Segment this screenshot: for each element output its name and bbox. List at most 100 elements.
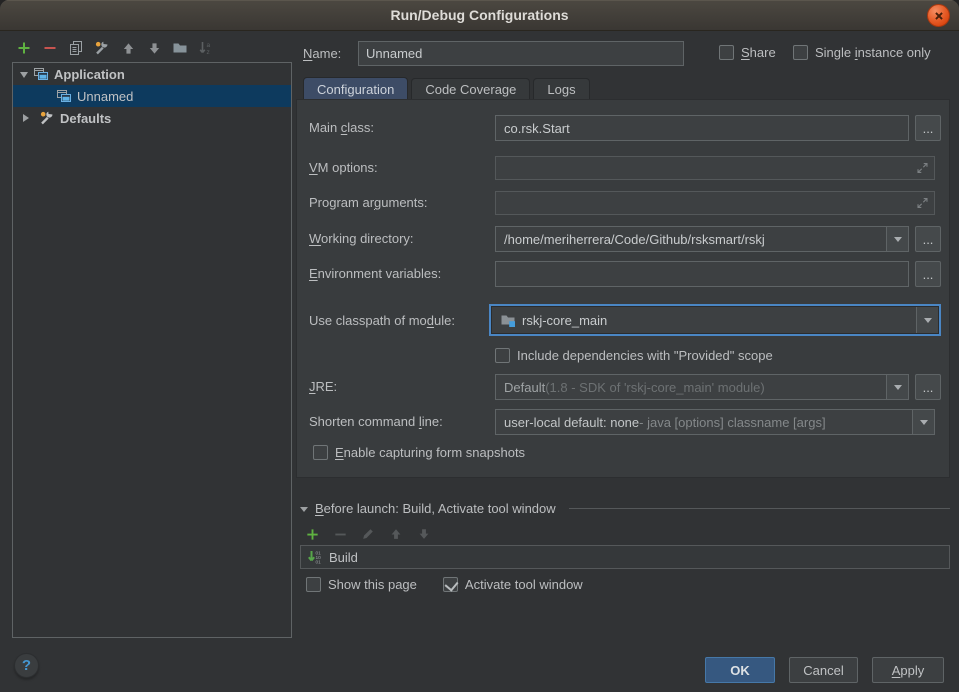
remove-task-button[interactable]: [331, 525, 349, 543]
ok-button[interactable]: OK: [705, 657, 775, 683]
add-icon: [305, 527, 320, 542]
question-mark-icon: ?: [22, 657, 31, 674]
remove-configuration-button[interactable]: [41, 39, 59, 57]
chevron-down-icon: [920, 420, 928, 429]
create-folder-button[interactable]: [171, 39, 189, 57]
activate-tool-window-checkbox[interactable]: [443, 577, 458, 592]
chevron-down-icon[interactable]: [20, 72, 28, 82]
dropdown-arrow-button[interactable]: [912, 410, 934, 434]
sort-configurations-button[interactable]: [197, 39, 215, 57]
help-button[interactable]: ?: [14, 653, 39, 678]
main-class-field[interactable]: co.rsk.Start: [495, 115, 909, 141]
working-directory-label: Working directory:: [309, 231, 414, 246]
folder-icon: [172, 40, 188, 56]
name-input[interactable]: [358, 41, 684, 66]
before-launch-header[interactable]: Before launch: Build, Activate tool wind…: [300, 501, 950, 516]
jre-combo[interactable]: Default (1.8 - SDK of 'rskj-core_main' m…: [495, 374, 909, 400]
move-task-up-button[interactable]: [387, 525, 405, 543]
tree-node-label: Unnamed: [77, 89, 133, 104]
configuration-panel: Main class: co.rsk.Start ... VM options:…: [296, 99, 950, 478]
tab-code-coverage[interactable]: Code Coverage: [411, 78, 530, 100]
tree-node-application[interactable]: Application: [13, 63, 291, 85]
before-launch-toolbar: [303, 525, 433, 543]
sort-alphabetically-icon: [198, 40, 214, 56]
enable-capturing-checkbox-row[interactable]: Enable capturing form snapshots: [313, 445, 525, 460]
include-provided-checkbox[interactable]: [495, 348, 510, 363]
include-provided-checkbox-row[interactable]: Include dependencies with "Provided" sco…: [495, 348, 773, 363]
application-icon: [33, 66, 49, 82]
task-item-build[interactable]: Build: [329, 550, 358, 565]
close-button[interactable]: [927, 4, 950, 27]
chevron-down-icon: [894, 237, 902, 246]
remove-icon: [333, 527, 348, 542]
arrow-down-icon: [417, 527, 431, 541]
copy-configuration-button[interactable]: [67, 39, 85, 57]
module-icon: [500, 312, 516, 328]
use-classpath-combo[interactable]: rskj-core_main: [491, 306, 939, 334]
activate-tool-window-label: Activate tool window: [465, 577, 583, 592]
shorten-command-line-label: Shorten command line:: [309, 414, 443, 429]
move-up-button[interactable]: [119, 39, 137, 57]
single-instance-checkbox-row[interactable]: Single instance only: [793, 45, 931, 60]
single-instance-checkbox[interactable]: [793, 45, 808, 60]
enable-capturing-label: Enable capturing form snapshots: [335, 445, 525, 460]
shorten-command-line-combo[interactable]: user-local default: none - java [options…: [495, 409, 935, 435]
remove-icon: [42, 40, 58, 56]
use-classpath-label: Use classpath of module:: [309, 313, 455, 328]
jre-label: JRE:: [309, 379, 337, 394]
single-instance-label: Single instance only: [815, 45, 931, 60]
pencil-icon: [361, 527, 375, 541]
share-checkbox-row[interactable]: Share: [719, 45, 776, 60]
close-icon: [932, 9, 946, 23]
tab-configuration[interactable]: Configuration: [303, 77, 408, 100]
arrow-up-icon: [389, 527, 403, 541]
include-provided-label: Include dependencies with "Provided" sco…: [517, 348, 773, 363]
tab-logs[interactable]: Logs: [533, 78, 589, 100]
tree-node-defaults[interactable]: Defaults: [13, 107, 291, 129]
dropdown-arrow-button[interactable]: [886, 375, 908, 399]
edit-task-button[interactable]: [359, 525, 377, 543]
apply-button[interactable]: Apply: [872, 657, 944, 683]
title-bar[interactable]: Run/Debug Configurations: [0, 0, 959, 31]
cancel-button[interactable]: Cancel: [789, 657, 858, 683]
configurations-tree: Application Unnamed Defaults: [12, 62, 292, 638]
chevron-down-icon: [894, 385, 902, 394]
tab-bar: Configuration Code Coverage Logs: [303, 77, 593, 100]
add-task-button[interactable]: [303, 525, 321, 543]
main-class-label: Main class:: [309, 120, 374, 135]
name-label: Name:: [303, 46, 341, 61]
add-configuration-button[interactable]: [15, 39, 33, 57]
environment-variables-field[interactable]: [495, 261, 909, 287]
working-directory-browse-button[interactable]: ...: [915, 226, 941, 252]
separator-line: [569, 508, 950, 509]
expand-field-icon[interactable]: [916, 197, 929, 210]
expand-field-icon[interactable]: [916, 162, 929, 175]
enable-capturing-checkbox[interactable]: [313, 445, 328, 460]
main-class-browse-button[interactable]: ...: [915, 115, 941, 141]
before-launch-label: Before launch: Build, Activate tool wind…: [315, 501, 556, 516]
program-arguments-field[interactable]: [495, 191, 935, 215]
move-down-button[interactable]: [145, 39, 163, 57]
edit-defaults-button[interactable]: [93, 39, 111, 57]
dropdown-arrow-button[interactable]: [916, 307, 938, 333]
build-icon: [307, 549, 323, 565]
activate-tool-window-checkbox-row[interactable]: Activate tool window: [443, 577, 583, 592]
show-this-page-checkbox-row[interactable]: Show this page: [306, 577, 417, 592]
environment-variables-browse-button[interactable]: ...: [915, 261, 941, 287]
dropdown-arrow-button[interactable]: [886, 227, 908, 251]
working-directory-combo[interactable]: /home/meriherrera/Code/Github/rsksmart/r…: [495, 226, 909, 252]
arrow-down-icon: [147, 41, 162, 56]
chevron-down-icon[interactable]: [300, 507, 308, 516]
tree-node-unnamed[interactable]: Unnamed: [13, 85, 291, 107]
share-checkbox[interactable]: [719, 45, 734, 60]
application-icon: [56, 88, 72, 104]
move-task-down-button[interactable]: [415, 525, 433, 543]
show-this-page-checkbox[interactable]: [306, 577, 321, 592]
vm-options-field[interactable]: [495, 156, 935, 180]
jre-browse-button[interactable]: ...: [915, 374, 941, 400]
tree-node-label: Application: [54, 67, 125, 82]
show-this-page-label: Show this page: [328, 577, 417, 592]
tree-node-label: Defaults: [60, 111, 111, 126]
chevron-right-icon[interactable]: [23, 114, 33, 122]
chevron-down-icon: [924, 318, 932, 327]
